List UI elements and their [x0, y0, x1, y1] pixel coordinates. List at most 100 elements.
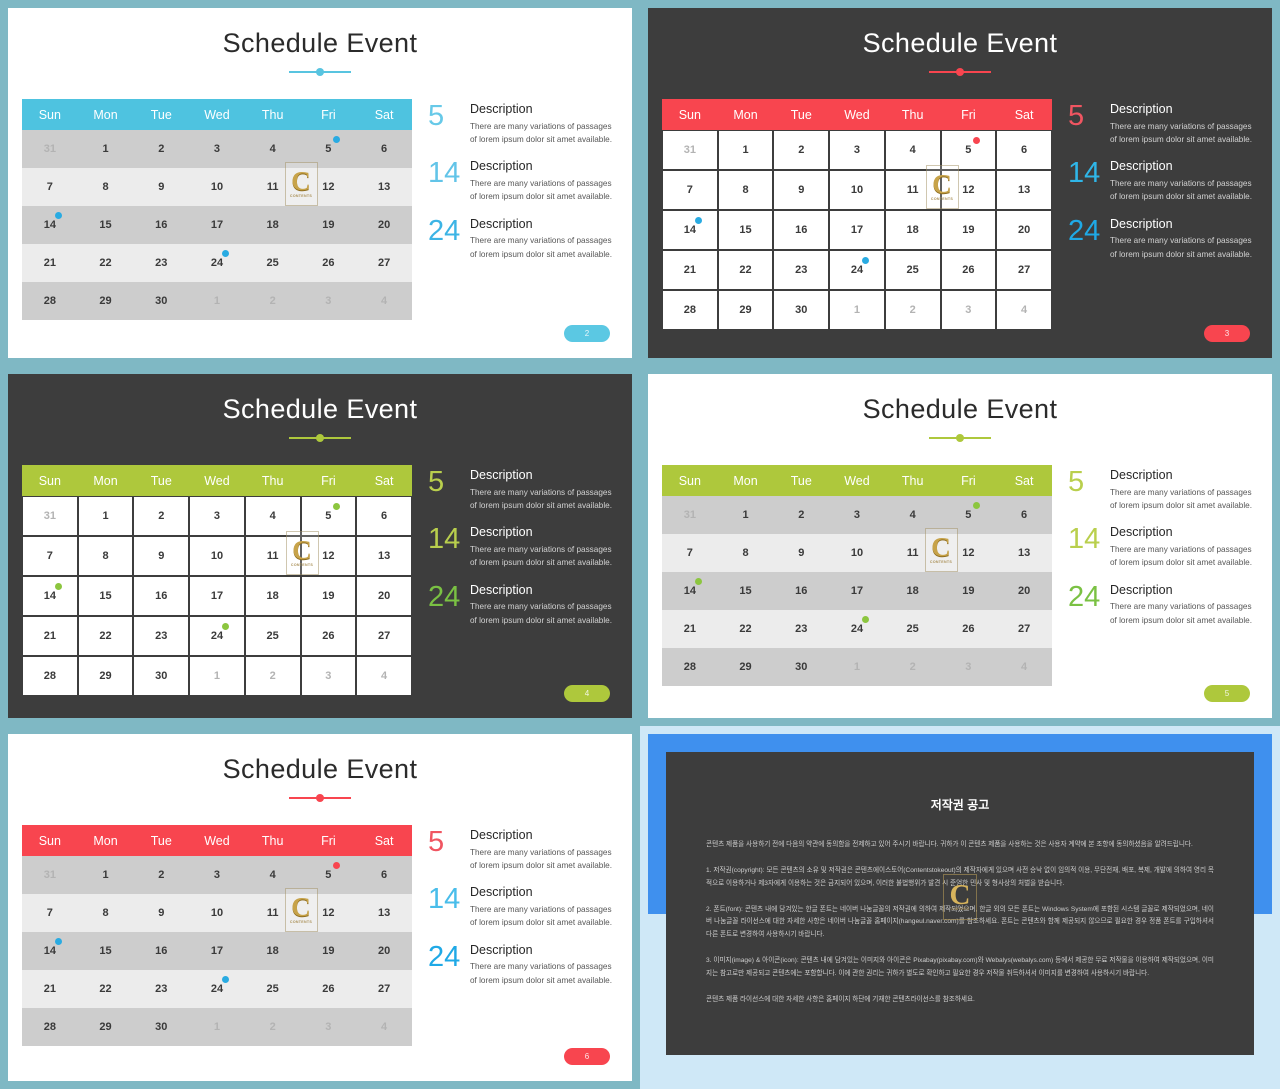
calendar-day-cell[interactable]: 8: [717, 170, 774, 210]
calendar-day-cell[interactable]: 2: [244, 1008, 301, 1046]
calendar-day-cell[interactable]: 14: [662, 572, 718, 610]
calendar-day-cell[interactable]: 5: [940, 496, 997, 534]
page-number-badge[interactable]: 5: [1204, 685, 1250, 702]
calendar-day-cell[interactable]: 17: [189, 932, 245, 970]
calendar-day-cell[interactable]: 17: [829, 572, 885, 610]
calendar-day-cell[interactable]: 4: [356, 1008, 412, 1046]
calendar-day-cell[interactable]: 3: [300, 656, 357, 696]
calendar-day-cell[interactable]: 3: [940, 648, 997, 686]
calendar-day-cell[interactable]: 1: [717, 496, 774, 534]
calendar-day-cell[interactable]: 4: [244, 856, 301, 894]
calendar-day-cell[interactable]: 3: [829, 496, 885, 534]
copyright-slide[interactable]: 저작권 공고 콘텐츠 제품을 사용하기 전에 다음의 약관에 동의함을 전제하고…: [640, 726, 1280, 1089]
calendar-day-cell[interactable]: 29: [77, 1008, 134, 1046]
calendar-day-cell[interactable]: 15: [717, 210, 774, 250]
calendar-day-cell[interactable]: 24: [829, 610, 885, 648]
calendar-day-cell[interactable]: 7: [22, 894, 78, 932]
calendar-day-cell[interactable]: 17: [189, 576, 245, 616]
calendar-day-cell[interactable]: 29: [77, 282, 134, 320]
calendar-day-cell[interactable]: 16: [773, 572, 830, 610]
calendar-day-cell[interactable]: 26: [940, 610, 997, 648]
calendar-day-cell[interactable]: 24: [189, 244, 245, 282]
calendar-table[interactable]: Sun Mon Tue Wed Thu Fri Sat 31 1 2 3 4 5 6 7 8 9 10 11 12 C…: [22, 465, 412, 696]
calendar-day-cell[interactable]: 28: [22, 1008, 78, 1046]
calendar-day-cell[interactable]: 7: [662, 534, 718, 572]
calendar-day-cell[interactable]: 24: [189, 616, 245, 656]
calendar-day-cell[interactable]: 3: [300, 282, 357, 320]
calendar-day-cell[interactable]: 14: [662, 210, 718, 250]
calendar-day-cell[interactable]: 2: [244, 282, 301, 320]
page-number-badge[interactable]: 2: [564, 325, 610, 342]
calendar-day-cell[interactable]: 29: [717, 290, 774, 330]
calendar-day-cell[interactable]: 31: [662, 496, 718, 534]
calendar-day-cell[interactable]: 22: [77, 244, 134, 282]
calendar-day-cell[interactable]: 25: [884, 250, 941, 290]
calendar-day-cell[interactable]: 15: [77, 932, 134, 970]
calendar-day-cell[interactable]: 1: [717, 130, 774, 170]
calendar-day-cell[interactable]: 28: [662, 290, 718, 330]
calendar-day-cell[interactable]: 2: [133, 130, 190, 168]
calendar-day-cell[interactable]: 15: [77, 206, 134, 244]
calendar-day-cell[interactable]: 24: [829, 250, 885, 290]
calendar-day-cell[interactable]: 25: [244, 970, 301, 1008]
calendar-day-cell[interactable]: 31: [22, 496, 78, 536]
calendar-day-cell[interactable]: 11: [244, 168, 301, 206]
calendar-day-cell[interactable]: 6: [356, 496, 412, 536]
calendar-day-cell[interactable]: 10: [189, 168, 245, 206]
calendar-day-cell[interactable]: 20: [356, 932, 412, 970]
calendar-day-cell[interactable]: 12 C CONTENTS: [285, 531, 357, 576]
calendar-day-cell[interactable]: 13: [356, 168, 412, 206]
calendar-day-cell[interactable]: 6: [996, 496, 1052, 534]
calendar-day-cell[interactable]: 2: [133, 496, 190, 536]
calendar-day-cell[interactable]: 18: [884, 572, 941, 610]
calendar-day-cell[interactable]: 4: [356, 656, 412, 696]
calendar-day-cell[interactable]: 27: [356, 616, 412, 656]
calendar-day-cell[interactable]: 3: [189, 130, 245, 168]
calendar-day-cell[interactable]: 27: [356, 970, 412, 1008]
calendar-day-cell[interactable]: 24: [189, 970, 245, 1008]
page-number-badge[interactable]: 4: [564, 685, 610, 702]
calendar-day-cell[interactable]: 12 C CONTENTS: [925, 165, 997, 210]
calendar-day-cell[interactable]: 18: [244, 576, 301, 616]
calendar-day-cell[interactable]: 28: [22, 282, 78, 320]
calendar-day-cell[interactable]: 7: [22, 168, 78, 206]
calendar-day-cell[interactable]: 12 C CONTENTS: [284, 888, 357, 932]
calendar-day-cell[interactable]: 23: [773, 610, 830, 648]
calendar-day-cell[interactable]: 22: [717, 610, 774, 648]
calendar-day-cell[interactable]: 27: [356, 244, 412, 282]
calendar-day-cell[interactable]: 20: [996, 210, 1052, 250]
calendar-day-cell[interactable]: 9: [133, 168, 190, 206]
calendar-day-cell[interactable]: 4: [996, 648, 1052, 686]
calendar-day-cell[interactable]: 21: [662, 250, 718, 290]
calendar-day-cell[interactable]: 10: [829, 534, 885, 572]
calendar-day-cell[interactable]: 3: [300, 1008, 357, 1046]
calendar-day-cell[interactable]: 22: [77, 970, 134, 1008]
calendar-day-cell[interactable]: 13: [356, 894, 412, 932]
calendar-day-cell[interactable]: 23: [133, 244, 190, 282]
calendar-day-cell[interactable]: 8: [717, 534, 774, 572]
calendar-day-cell[interactable]: 16: [133, 206, 190, 244]
calendar-day-cell[interactable]: 7: [662, 170, 718, 210]
calendar-day-cell[interactable]: 16: [773, 210, 830, 250]
calendar-day-cell[interactable]: 22: [77, 616, 134, 656]
calendar-day-cell[interactable]: 22: [717, 250, 774, 290]
calendar-day-cell[interactable]: 30: [133, 282, 190, 320]
slide-6[interactable]: Schedule Event Sun Mon Tue Wed Thu Fri Sat 31 1…: [0, 726, 640, 1089]
calendar-day-cell[interactable]: 15: [77, 576, 134, 616]
calendar-day-cell[interactable]: 3: [189, 496, 245, 536]
calendar-day-cell[interactable]: 16: [133, 932, 190, 970]
calendar-day-cell[interactable]: 12 C CONTENTS: [924, 528, 997, 572]
calendar-day-cell[interactable]: 13: [996, 534, 1052, 572]
calendar-day-cell[interactable]: 1: [189, 656, 245, 696]
calendar-day-cell[interactable]: 25: [884, 610, 941, 648]
calendar-day-cell[interactable]: 14: [22, 206, 78, 244]
slide-2[interactable]: Schedule Event Sun Mon Tue Wed Thu Fri Sat 31 1…: [0, 0, 640, 366]
calendar-day-cell[interactable]: 8: [77, 168, 134, 206]
calendar-day-cell[interactable]: 3: [829, 130, 885, 170]
calendar-day-cell[interactable]: 8: [77, 894, 134, 932]
calendar-day-cell[interactable]: 19: [300, 206, 357, 244]
calendar-day-cell[interactable]: 11: [884, 170, 941, 210]
calendar-day-cell[interactable]: 27: [996, 610, 1052, 648]
calendar-day-cell[interactable]: 4: [356, 282, 412, 320]
calendar-day-cell[interactable]: 11: [244, 536, 301, 576]
